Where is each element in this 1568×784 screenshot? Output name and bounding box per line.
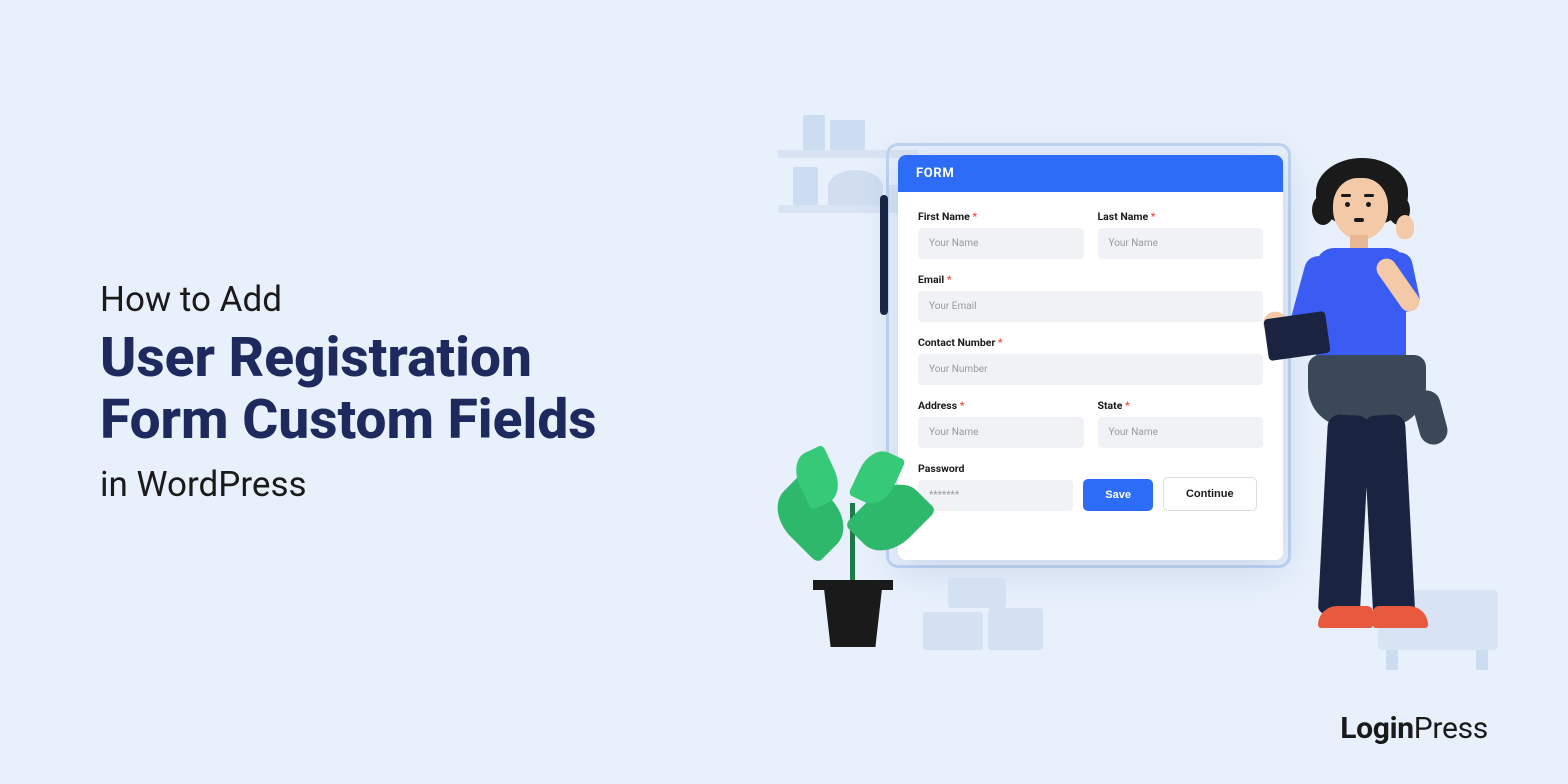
shoe-icon: [1373, 606, 1428, 628]
tablet-button-icon: [880, 195, 888, 315]
password-label: Password: [918, 462, 1073, 475]
table-leg-icon: [1476, 650, 1488, 670]
form-title: FORM: [898, 155, 1283, 192]
email-field: Your Email: [918, 291, 1263, 322]
contact-field: Your Number: [918, 354, 1263, 385]
illustration: FORM First Name * Your Name Last Name * …: [788, 55, 1488, 675]
save-button: Save: [1083, 479, 1153, 511]
continue-button: Continue: [1163, 477, 1257, 511]
form-mockup: FORM First Name * Your Name Last Name * …: [898, 155, 1283, 560]
main-title: User Registration Form Custom Fields: [100, 328, 720, 451]
book-icon: [830, 120, 865, 150]
last-name-field: Your Name: [1098, 228, 1264, 259]
pretitle: How to Add: [100, 279, 720, 320]
boxes-icon: [923, 580, 1043, 650]
address-field: Your Name: [918, 417, 1084, 448]
book-icon: [793, 167, 818, 205]
pot-icon: [818, 585, 888, 647]
first-name-label: First Name *: [918, 210, 1084, 223]
address-label: Address *: [918, 399, 1084, 412]
person-illustration: [1268, 160, 1453, 650]
title-block: How to Add User Registration Form Custom…: [100, 279, 720, 504]
contact-label: Contact Number *: [918, 336, 1263, 349]
email-label: Email *: [918, 273, 1263, 286]
shoe-icon: [1318, 606, 1373, 628]
last-name-label: Last Name *: [1098, 210, 1264, 223]
decor-icon: [828, 170, 883, 205]
subtitle: in WordPress: [100, 464, 720, 505]
first-name-field: Your Name: [918, 228, 1084, 259]
brand-logo: LoginPress: [1340, 711, 1488, 746]
state-field: Your Name: [1098, 417, 1264, 448]
book-icon: [803, 115, 825, 150]
table-leg-icon: [1386, 650, 1398, 670]
tablet-icon: [1263, 311, 1330, 361]
state-label: State *: [1098, 399, 1264, 412]
password-field: *******: [918, 480, 1073, 511]
